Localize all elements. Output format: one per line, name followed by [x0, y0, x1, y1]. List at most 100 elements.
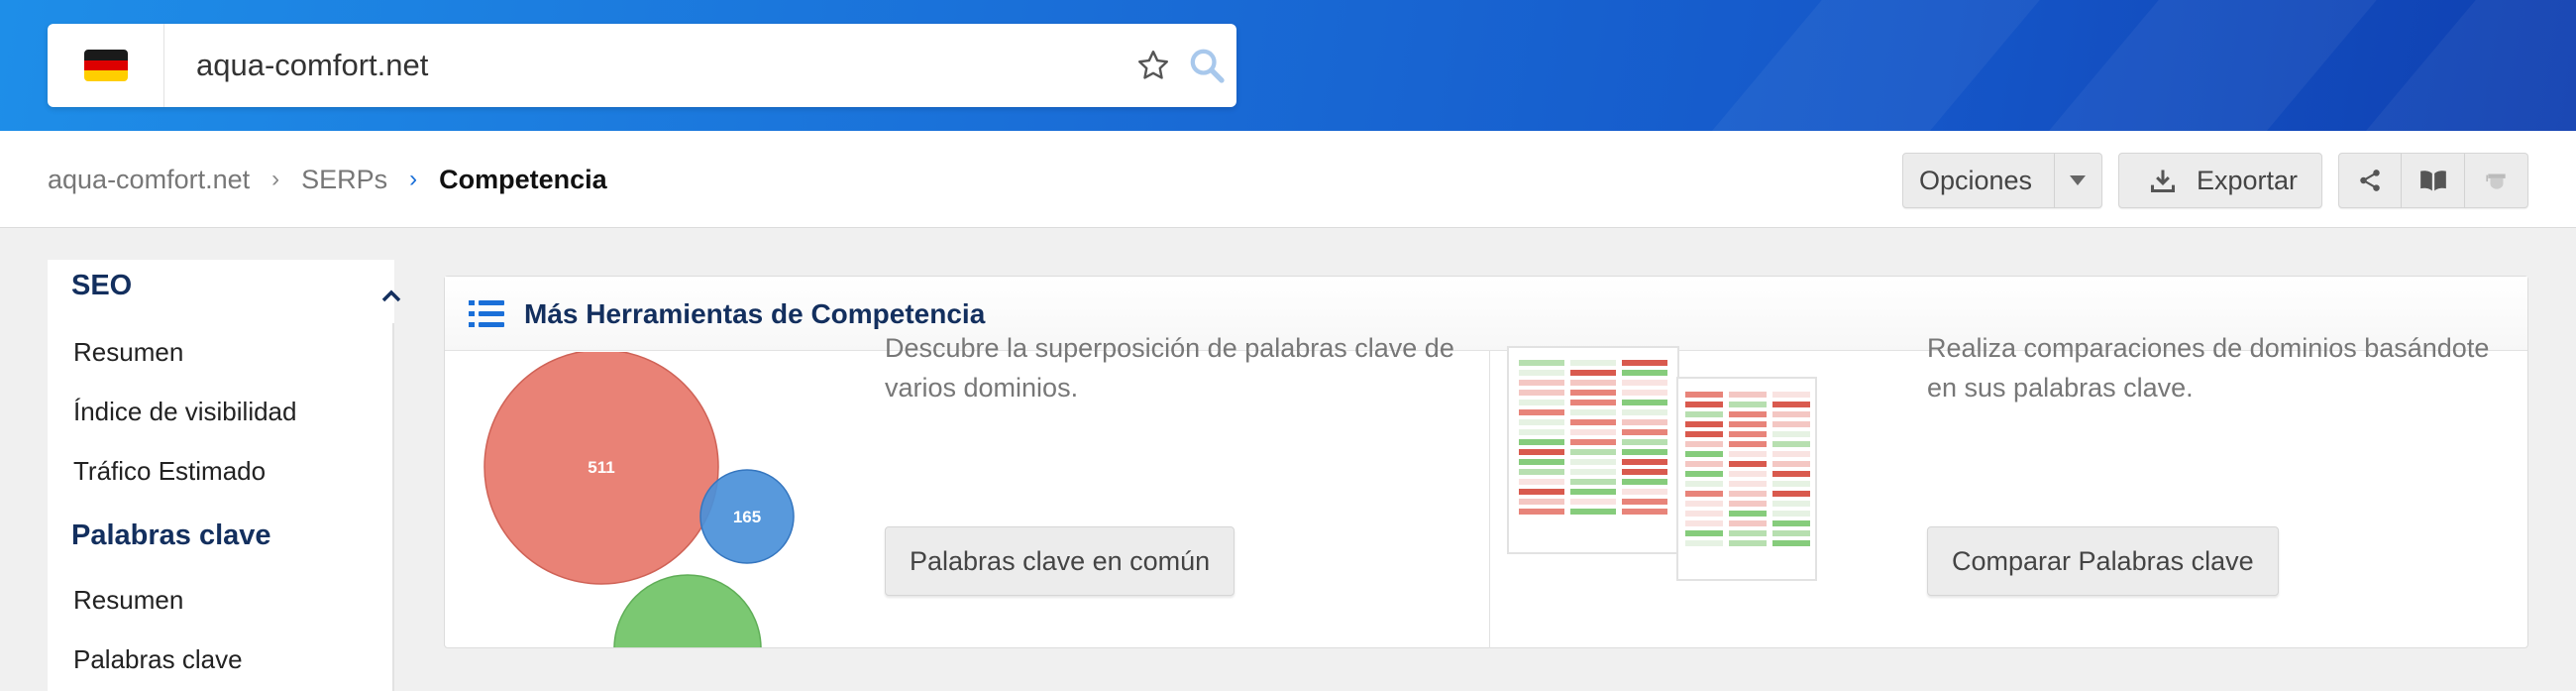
heat-cell	[1570, 380, 1616, 386]
export-button[interactable]: Exportar	[2117, 153, 2322, 208]
heat-cell	[1685, 491, 1723, 497]
heat-cell	[1685, 441, 1723, 447]
sidebar-item-visibility-index[interactable]: Índice de visibilidad	[73, 397, 296, 427]
heat-cell	[1622, 459, 1667, 465]
venn-diagram: 511 165	[483, 352, 795, 647]
heat-cell	[1685, 431, 1723, 437]
sidebar-item-resumen[interactable]: Resumen	[73, 337, 183, 368]
caret-down-icon	[2070, 175, 2087, 185]
heat-cell	[1519, 469, 1564, 475]
heat-cell	[1772, 441, 1810, 447]
heat-cell	[1685, 402, 1723, 407]
breadcrumb-item-current: Competencia	[439, 164, 607, 194]
heat-cell	[1685, 461, 1723, 467]
heat-cell	[1519, 370, 1564, 376]
heat-cell	[1519, 390, 1564, 396]
common-keywords-button[interactable]: Palabras clave en común	[885, 526, 1235, 596]
manual-button[interactable]	[2402, 153, 2465, 208]
chevron-right-icon: ›	[409, 166, 418, 192]
heat-cell	[1685, 471, 1723, 477]
options-caret-button[interactable]	[2054, 153, 2102, 208]
venn-value-blue: 165	[733, 508, 761, 526]
heat-cell	[1570, 400, 1616, 405]
common-keywords-description: Descubre la superposición de palabras cl…	[885, 333, 1454, 403]
heat-cell	[1685, 511, 1723, 517]
heat-cell	[1570, 390, 1616, 396]
breadcrumb-bar: aqua-comfort.net › SERPs › Competencia O…	[0, 131, 2576, 228]
view-actions	[2338, 153, 2528, 208]
star-icon[interactable]	[1135, 48, 1171, 83]
heat-cell	[1772, 421, 1810, 427]
heat-cell	[1622, 390, 1667, 396]
card-divider	[1489, 351, 1490, 648]
graduation-cap-icon	[2485, 173, 2506, 189]
search-input[interactable]: aqua-comfort.net	[196, 24, 428, 107]
sidebar-item-estimated-traffic[interactable]: Tráfico Estimado	[73, 456, 266, 487]
sidebar-section-seo[interactable]: SEO	[71, 270, 132, 302]
heat-cell	[1622, 509, 1667, 515]
heat-cell	[1772, 471, 1810, 477]
heat-cell	[1729, 421, 1767, 427]
chevron-up-icon[interactable]	[380, 288, 402, 303]
heat-cell	[1519, 360, 1564, 366]
heat-cell	[1729, 392, 1767, 398]
heat-cell	[1622, 400, 1667, 405]
breadcrumb-item-domain[interactable]: aqua-comfort.net	[48, 165, 250, 195]
top-header: aqua-comfort.net	[0, 0, 2576, 131]
heat-cell	[1622, 439, 1667, 445]
header-decoration	[2350, 0, 2576, 131]
venn-circle-green	[613, 574, 762, 647]
competition-tools-card: Más Herramientas de Competencia 511 165 …	[444, 276, 2528, 648]
heat-cell	[1685, 520, 1723, 526]
academy-button[interactable]	[2465, 153, 2528, 208]
sidebar-section-keywords[interactable]: Palabras clave	[71, 519, 271, 552]
heat-cell	[1772, 481, 1810, 487]
heat-cell	[1519, 459, 1564, 465]
sidebar-item-keywords-resumen[interactable]: Resumen	[73, 585, 183, 616]
country-selector[interactable]	[48, 24, 164, 107]
chevron-right-icon: ›	[271, 166, 280, 192]
heat-cell	[1519, 400, 1564, 405]
heat-cell	[1729, 451, 1767, 457]
compare-keywords-description: Realiza comparaciones de dominios basánd…	[1927, 333, 2490, 403]
heat-cell	[1570, 489, 1616, 495]
heat-cell	[1519, 380, 1564, 386]
keyword-comparison-illustration	[1507, 346, 1817, 581]
heat-cell	[1622, 469, 1667, 475]
heat-cell	[1729, 441, 1767, 447]
heat-cell	[1519, 489, 1564, 495]
breadcrumb-item-serps[interactable]: SERPs	[301, 165, 387, 195]
heat-cell	[1622, 380, 1667, 386]
heat-cell	[1622, 489, 1667, 495]
heat-cell	[1570, 360, 1616, 366]
heat-cell	[1772, 540, 1810, 546]
options-button[interactable]: Opciones	[1901, 153, 2055, 208]
heat-cell	[1729, 520, 1767, 526]
sidebar-item-keywords[interactable]: Palabras clave	[73, 644, 243, 675]
heat-cell	[1772, 461, 1810, 467]
compare-keywords-button[interactable]: Comparar Palabras clave	[1927, 526, 2279, 596]
heat-cell	[1570, 499, 1616, 505]
heat-cell	[1622, 479, 1667, 485]
heat-cell	[1622, 429, 1667, 435]
heat-cell	[1570, 419, 1616, 425]
heat-cell	[1772, 451, 1810, 457]
heat-cell	[1685, 411, 1723, 417]
heat-cell	[1685, 540, 1723, 546]
heat-cell	[1772, 411, 1810, 417]
heat-cell	[1622, 419, 1667, 425]
download-icon	[2150, 170, 2175, 193]
heat-cell	[1685, 392, 1723, 398]
heat-cell	[1772, 392, 1810, 398]
heat-cell	[1622, 360, 1667, 366]
list-icon	[469, 300, 504, 327]
heat-cell	[1570, 439, 1616, 445]
options-dropdown: Opciones	[1901, 153, 2102, 208]
share-button[interactable]	[2338, 153, 2402, 208]
domain-search-box: aqua-comfort.net	[48, 24, 1236, 107]
germany-flag-icon	[83, 50, 128, 81]
search-icon[interactable]	[1187, 46, 1227, 85]
heat-cell	[1729, 471, 1767, 477]
heat-cell	[1772, 511, 1810, 517]
heat-cell	[1729, 540, 1767, 546]
